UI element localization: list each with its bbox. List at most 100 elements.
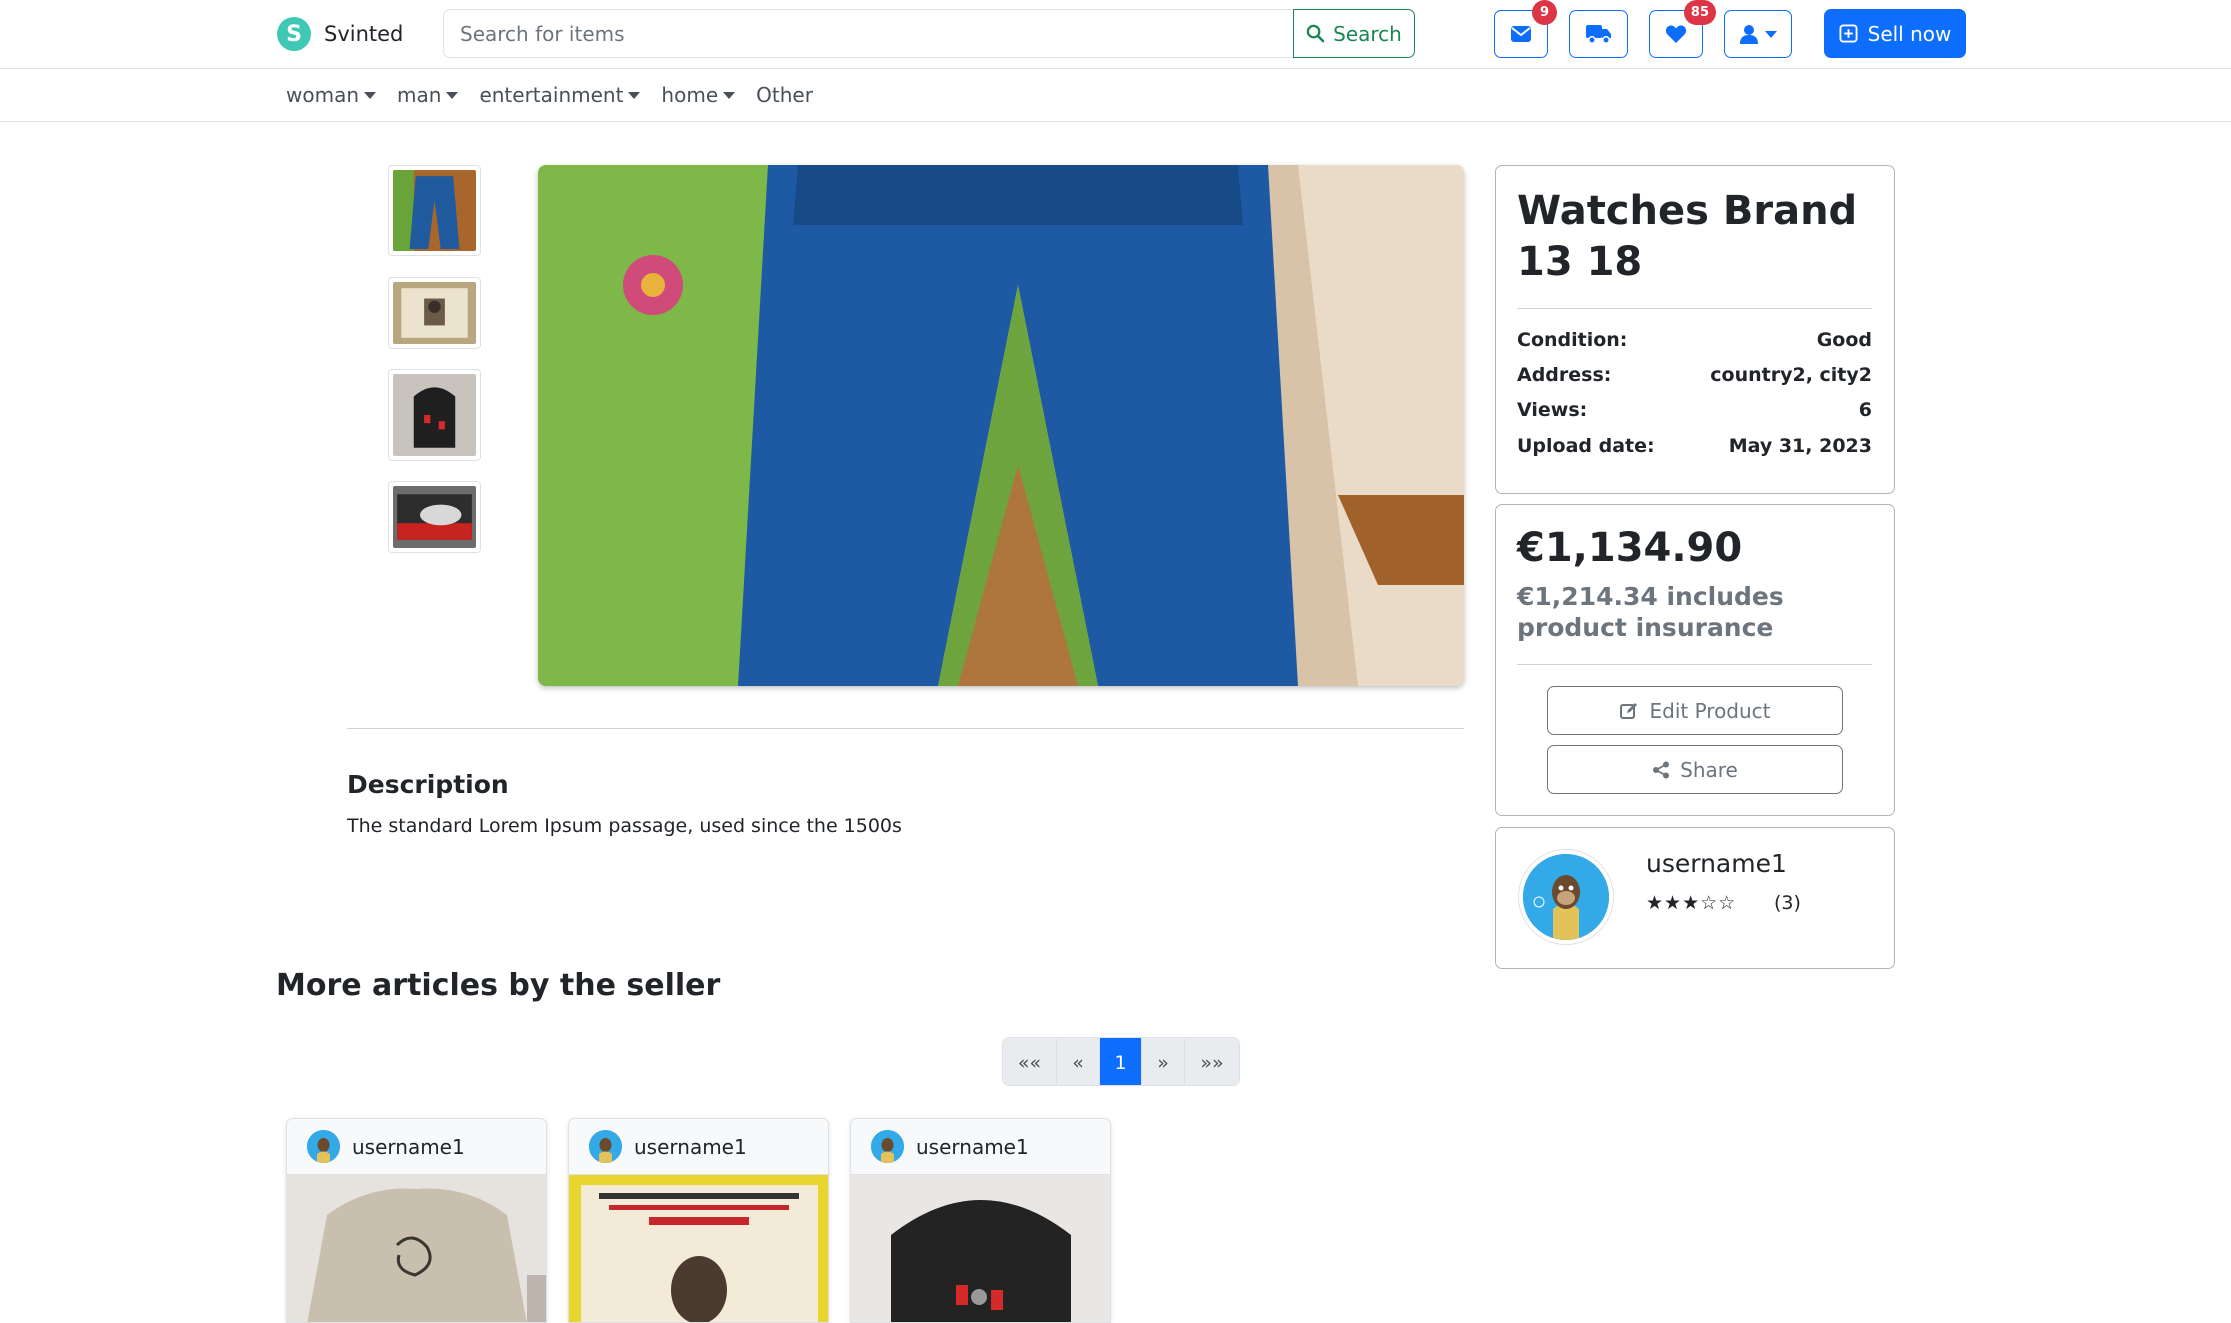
seller-rating-stars: ★★★☆☆ [1646,892,1737,914]
model-box-thumbnail-image [393,486,476,548]
thumbnail-backpack[interactable] [388,369,481,461]
vinyl-record-image [569,1175,828,1322]
truck-icon [1585,25,1611,44]
detail-label: Views: [1517,399,1588,421]
seller-avatar[interactable] [1519,850,1613,944]
detail-label: Upload date: [1517,435,1655,457]
card-header: username1 [287,1119,546,1175]
page-next-button[interactable]: » [1142,1038,1185,1085]
article-card[interactable]: username1 [286,1118,547,1323]
chevron-down-icon [446,91,459,99]
search-input[interactable] [443,9,1293,58]
detail-value: country2, city2 [1710,364,1872,386]
search-icon [1306,24,1325,43]
detail-label: Condition: [1517,329,1628,351]
category-nav: woman man entertainment home Other [0,70,2231,122]
thumbnail-painting[interactable] [388,277,481,349]
description-text: The standard Lorem Ipsum passage, used s… [347,815,902,837]
category-label: home [661,83,719,107]
favorites-button[interactable]: 85 [1649,0,1716,58]
sell-now-button[interactable]: Sell now [1824,9,1966,58]
plus-square-icon [1839,24,1858,43]
price-with-insurance: €1,214.34 includes product insurance [1517,582,1784,642]
seller-panel[interactable]: username1 ★★★☆☆ (3) [1495,827,1895,969]
thumbnail-jeans[interactable] [388,165,481,256]
category-man[interactable]: man [397,83,459,107]
divider [1517,664,1872,665]
card-avatar [871,1130,904,1163]
detail-value: Good [1816,329,1872,351]
description-title: Description [347,770,509,799]
brand-logo: S [277,17,311,51]
pagination: «« « 1 » »» [1002,1037,1240,1086]
detail-value: May 31, 2023 [1728,435,1872,457]
page-prev-button[interactable]: « [1057,1038,1100,1085]
account-dropdown-button[interactable] [1724,10,1792,58]
messages-button[interactable]: 9 [1494,0,1557,58]
card-username: username1 [634,1134,747,1159]
category-entertainment[interactable]: entertainment [479,83,641,107]
main-product-image [538,165,1464,686]
jeans-thumbnail-image [393,170,476,251]
share-button[interactable]: Share [1547,745,1843,794]
chevron-down-icon [628,91,641,99]
card-header: username1 [569,1119,828,1175]
category-woman[interactable]: woman [286,83,377,107]
chevron-down-icon [1765,30,1777,38]
card-avatar [589,1130,622,1163]
category-label: man [397,83,442,107]
edit-product-label: Edit Product [1649,698,1771,723]
painting-thumbnail-image [393,282,476,344]
page-last-button[interactable]: »» [1185,1038,1239,1085]
share-icon [1653,761,1670,778]
detail-value: 6 [1858,399,1872,421]
user-icon [1740,25,1758,44]
thumbnail-model-box[interactable] [388,481,481,553]
product-title: Watches Brand 13 18 [1517,188,1858,285]
orders-button[interactable] [1569,10,1628,58]
sweater-image [287,1175,546,1322]
share-label: Share [1680,757,1738,782]
price-panel: €1,134.90 €1,214.34 includes product ins… [1495,504,1895,816]
category-label: entertainment [479,83,624,107]
edit-product-button[interactable]: Edit Product [1547,686,1843,735]
sell-now-label: Sell now [1867,21,1952,46]
brand-name: Svinted [324,22,404,46]
price: €1,134.90 [1517,525,1743,571]
category-other[interactable]: Other [756,83,813,107]
chevron-down-icon [364,91,377,99]
backpack-image [851,1175,1110,1322]
card-username: username1 [916,1134,1029,1159]
category-label: Other [756,83,813,107]
favorites-badge: 85 [1683,0,1716,25]
article-card[interactable]: username1 [850,1118,1111,1323]
seller-avatar-image [1523,854,1609,940]
category-label: woman [286,83,360,107]
top-navbar: S Svinted Search 9 85 Sell now [0,0,2231,69]
envelope-icon [1511,26,1531,42]
seller-review-count: (3) [1774,892,1801,914]
detail-row-views: Views: 6 [1517,399,1872,421]
product-info-panel: Watches Brand 13 18 Condition: Good Addr… [1495,165,1895,494]
heart-icon [1665,25,1687,43]
description-divider [347,728,1464,729]
more-articles-title: More articles by the seller [276,968,721,1003]
page-current-button[interactable]: 1 [1100,1038,1142,1085]
brand-link[interactable]: S Svinted [277,17,403,51]
card-header: username1 [851,1119,1110,1175]
card-username: username1 [352,1134,465,1159]
divider [1517,308,1872,309]
search-button-label: Search [1333,21,1402,46]
page-first-button[interactable]: «« [1003,1038,1057,1085]
detail-row-address: Address: country2, city2 [1517,364,1872,386]
card-avatar [307,1130,340,1163]
messages-badge: 9 [1532,0,1557,25]
search-button[interactable]: Search [1293,9,1415,58]
detail-row-upload-date: Upload date: May 31, 2023 [1517,435,1872,457]
search-form: Search [443,9,1415,58]
seller-username[interactable]: username1 [1646,849,1787,878]
backpack-thumbnail-image [393,374,476,456]
article-card[interactable]: username1 [568,1118,829,1323]
category-home[interactable]: home [661,83,736,107]
edit-icon [1620,702,1638,719]
